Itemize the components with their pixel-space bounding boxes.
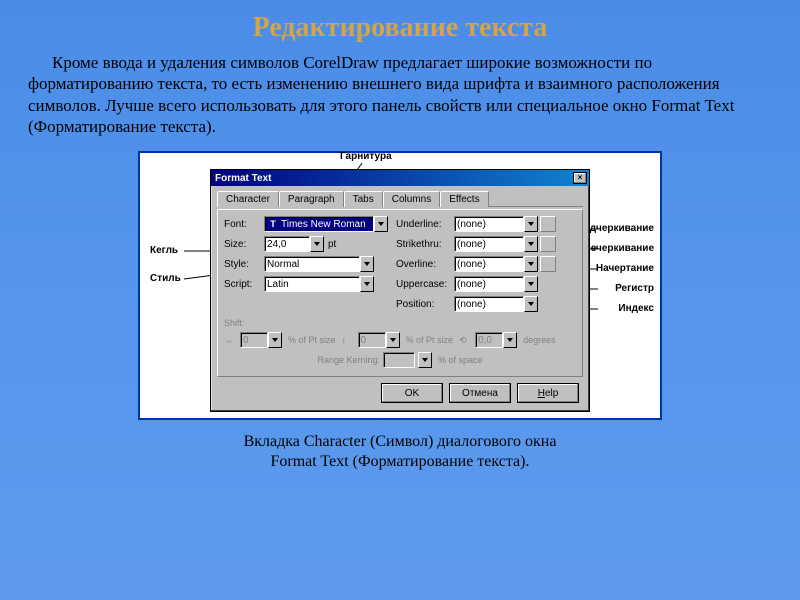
- shift-h-unit: % of Pt size: [288, 335, 336, 345]
- underline-value: (none): [457, 219, 486, 230]
- font-dropdown-icon[interactable]: [374, 216, 388, 232]
- callout-overline: Начертание: [596, 263, 654, 274]
- dialog-title: Format Text: [215, 173, 272, 184]
- strike-dropdown-icon[interactable]: [524, 236, 538, 252]
- size-field[interactable]: 24,0: [264, 236, 310, 252]
- overline-edit-button[interactable]: [540, 256, 556, 272]
- strike-label: Strikethru:: [396, 239, 454, 250]
- position-label: Position:: [396, 299, 454, 310]
- position-dropdown-icon[interactable]: [524, 296, 538, 312]
- kern-spinner: [418, 352, 432, 368]
- script-value: Latin: [267, 279, 289, 290]
- style-value: Normal: [267, 259, 299, 270]
- shift-v-value: 0: [361, 335, 367, 346]
- underline-label: Underline:: [396, 219, 454, 230]
- shift-rot-unit: degrees: [523, 335, 556, 345]
- font-label: Font:: [224, 219, 264, 230]
- size-label: Size:: [224, 239, 264, 250]
- shift-label: Shift:: [224, 318, 252, 328]
- uppercase-field[interactable]: (none): [454, 276, 524, 292]
- uppercase-label: Uppercase:: [396, 279, 454, 290]
- font-value: Times New Roman: [281, 219, 366, 230]
- shift-h-field: 0: [240, 332, 268, 348]
- caption-line1: Вкладка Character (Символ) диалогового о…: [244, 433, 557, 450]
- shift-h-value: 0: [243, 335, 249, 346]
- underline-dropdown-icon[interactable]: [524, 216, 538, 232]
- kern-label: Range Kerning:: [317, 355, 380, 365]
- tab-paragraph[interactable]: Paragraph: [279, 191, 344, 207]
- script-dropdown-icon[interactable]: [360, 276, 374, 292]
- style-field[interactable]: Normal: [264, 256, 360, 272]
- help-button[interactable]: Help: [517, 383, 579, 403]
- figure-container: Гарнитура Кегль Стиль Подчеркивание Пере…: [138, 151, 662, 420]
- shift-v-unit: % of Pt size: [406, 335, 454, 345]
- style-label: Style:: [224, 259, 264, 270]
- kern-field: [383, 352, 415, 368]
- shift-rot-field: 0,0: [475, 332, 503, 348]
- intro-paragraph: Кроме ввода и удаления символов CorelDra…: [0, 52, 800, 147]
- close-button[interactable]: ×: [573, 172, 587, 184]
- shift-v-spinner: [386, 332, 400, 348]
- tab-character[interactable]: Character: [217, 191, 279, 207]
- overline-value: (none): [457, 259, 486, 270]
- overline-label: Overline:: [396, 259, 454, 270]
- caption-line2: Format Text (Форматирование текста).: [271, 453, 530, 470]
- kern-unit: % of space: [438, 355, 483, 365]
- strike-field[interactable]: (none): [454, 236, 524, 252]
- help-label-rest: elp: [545, 388, 558, 399]
- tab-columns[interactable]: Columns: [383, 191, 440, 207]
- position-value: (none): [457, 299, 486, 310]
- overline-field[interactable]: (none): [454, 256, 524, 272]
- script-label: Script:: [224, 279, 264, 290]
- strike-value: (none): [457, 239, 486, 250]
- format-text-dialog: Format Text × Character Paragraph Tabs C…: [210, 169, 590, 412]
- callout-position: Индекс: [618, 303, 654, 314]
- font-field[interactable]: T Times New Roman: [264, 216, 374, 232]
- truetype-icon: T: [267, 218, 279, 230]
- uppercase-value: (none): [457, 279, 486, 290]
- script-field[interactable]: Latin: [264, 276, 360, 292]
- figure-caption: Вкладка Character (Символ) диалогового о…: [0, 426, 800, 472]
- callout-kegl: Кегль: [150, 245, 178, 256]
- underline-field[interactable]: (none): [454, 216, 524, 232]
- tabs: Character Paragraph Tabs Columns Effects: [217, 190, 583, 207]
- page-title: Редактирование текста: [0, 0, 800, 52]
- character-panel: Font: T Times New Roman Underline: (none…: [217, 209, 583, 377]
- ok-button[interactable]: OK: [381, 383, 443, 403]
- position-field[interactable]: (none): [454, 296, 524, 312]
- shift-rot-spinner: [503, 332, 517, 348]
- shift-h-spinner: [268, 332, 282, 348]
- shift-v-field: 0: [358, 332, 386, 348]
- uppercase-dropdown-icon[interactable]: [524, 276, 538, 292]
- callout-style: Стиль: [150, 273, 181, 284]
- button-bar: OK Отмена Help: [217, 377, 583, 405]
- cancel-button[interactable]: Отмена: [449, 383, 511, 403]
- callout-garnitura: Гарнитура: [340, 151, 392, 162]
- style-dropdown-icon[interactable]: [360, 256, 374, 272]
- size-spinner-icon[interactable]: [310, 236, 324, 252]
- tab-tabs[interactable]: Tabs: [344, 191, 383, 207]
- tab-effects[interactable]: Effects: [440, 191, 488, 207]
- dialog-titlebar[interactable]: Format Text ×: [211, 170, 589, 186]
- overline-dropdown-icon[interactable]: [524, 256, 538, 272]
- strike-edit-button[interactable]: [540, 236, 556, 252]
- callout-uppercase: Регистр: [615, 283, 654, 294]
- size-value: 24,0: [267, 239, 286, 250]
- underline-edit-button[interactable]: [540, 216, 556, 232]
- size-unit: pt: [328, 239, 336, 250]
- shift-rot-value: 0,0: [478, 335, 492, 346]
